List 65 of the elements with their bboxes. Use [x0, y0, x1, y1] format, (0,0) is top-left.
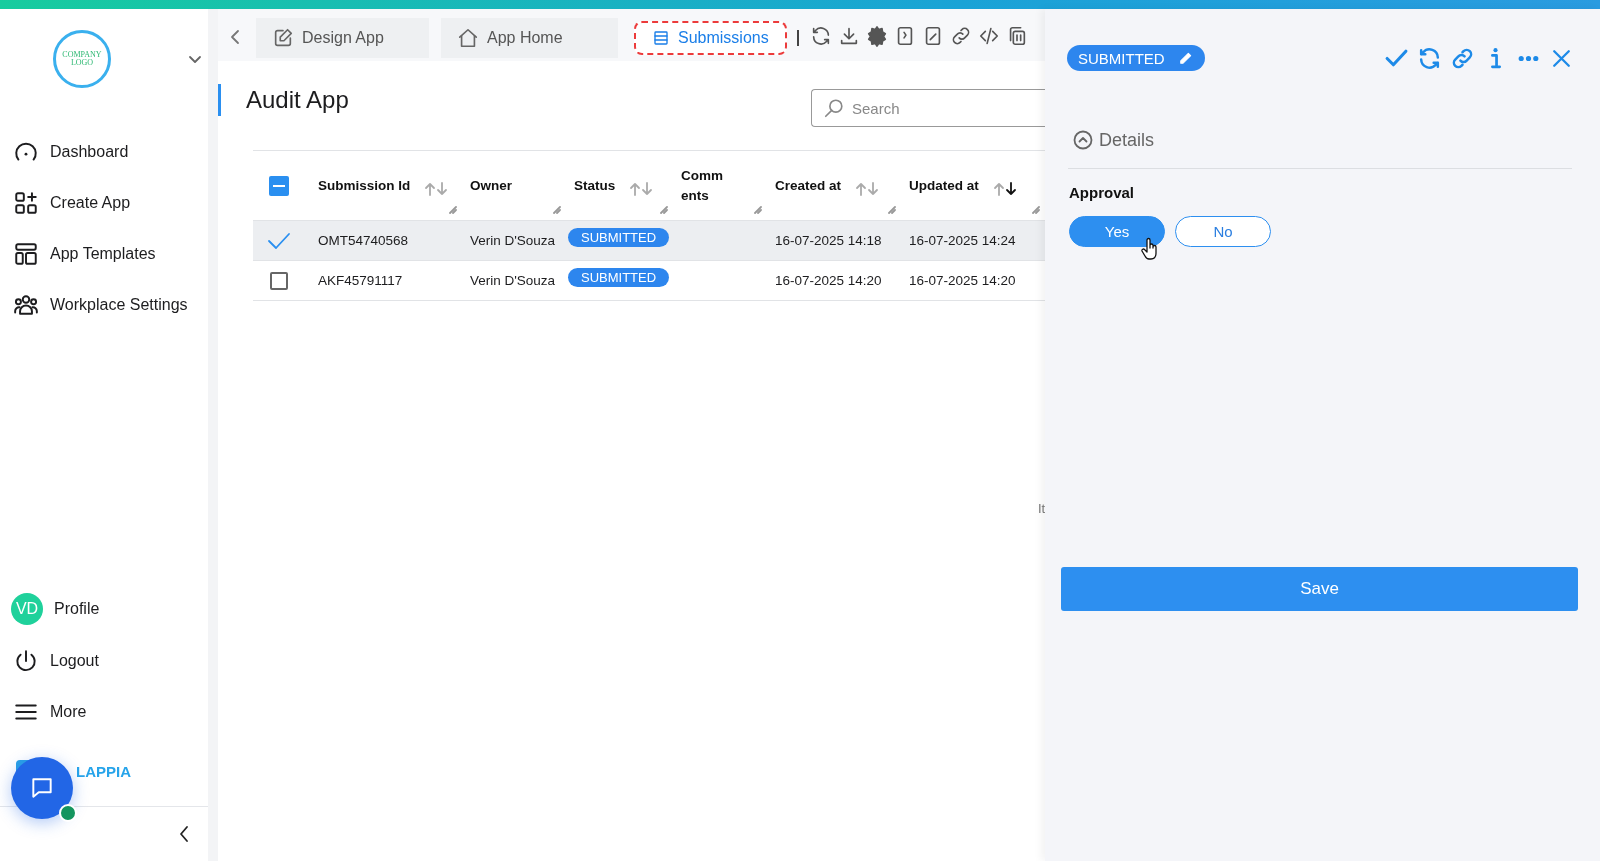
pencil-icon	[1178, 51, 1193, 65]
row-checkbox[interactable]	[269, 271, 288, 290]
tab[interactable]: Design App	[256, 18, 429, 58]
avatar: VD	[11, 592, 43, 625]
sidebar-item[interactable]: Dashboard	[0, 126, 129, 177]
grid-plus-icon	[13, 189, 39, 216]
list-icon	[652, 29, 670, 47]
table-cell-text: OMT54740568	[317, 232, 410, 250]
resize-handle-icon[interactable]	[1032, 206, 1040, 214]
resize-handle-icon[interactable]	[660, 206, 668, 214]
status-badge: SUBMITTED	[568, 228, 670, 247]
status-badge: SUBMITTED	[568, 268, 670, 287]
table-cell-text: Verin D'Souza	[469, 232, 557, 250]
sidebar-item[interactable]: More	[0, 686, 87, 737]
cut-text: It	[1038, 501, 1045, 516]
profile-item[interactable]: VD Profile	[0, 582, 100, 635]
table-cell-text: Verin D'Souza	[469, 272, 557, 290]
resize-handle-icon[interactable]	[888, 206, 896, 214]
column-header: Owner	[470, 178, 512, 193]
check-icon	[266, 230, 291, 251]
refresh-icon[interactable]	[1417, 45, 1442, 71]
sidebar-item[interactable]: Logout	[0, 635, 99, 686]
search-icon	[823, 97, 845, 119]
column-header: Updated at	[909, 178, 979, 193]
table-cell-text: AKF45791117	[317, 272, 404, 290]
sidebar-item[interactable]: Create App	[0, 177, 131, 228]
option-button[interactable]: No	[1175, 216, 1271, 247]
chevron-down-icon[interactable]	[188, 55, 202, 65]
status-badge[interactable]: SUBMITTED	[1067, 45, 1205, 71]
sort-arrows-icon[interactable]	[992, 181, 1017, 196]
home-icon	[457, 27, 479, 49]
column-header: Created at	[775, 178, 842, 193]
page-title: Audit App	[246, 86, 349, 114]
sidebar-item[interactable]: Workplace Settings	[0, 279, 188, 330]
column-header: Comments	[681, 166, 724, 205]
table-cell-text: 16-07-2025 14:24	[908, 232, 1017, 250]
chevron-circle-icon	[1073, 130, 1093, 150]
power-icon	[13, 647, 39, 674]
sidebar-item[interactable]: App Templates	[0, 228, 156, 279]
online-status-dot	[59, 804, 77, 822]
row-checkbox[interactable]	[266, 230, 291, 251]
brand-name: LAPPIA	[76, 763, 131, 780]
gear-icon[interactable]	[865, 25, 888, 47]
back-chevron-icon[interactable]	[230, 29, 240, 45]
resize-handle-icon[interactable]	[754, 206, 762, 214]
hand-cursor-icon	[1141, 237, 1159, 261]
select-all-checkbox[interactable]	[268, 175, 289, 196]
layout-icon	[13, 240, 39, 267]
search-field[interactable]: Search	[811, 89, 1045, 127]
column-header: Submission Id	[318, 178, 411, 193]
edit-icon	[272, 27, 294, 49]
table-cell-text: 16-07-2025 14:20	[908, 272, 1017, 290]
table-cell-text: 16-07-2025 14:18	[774, 232, 883, 250]
code-icon[interactable]	[977, 25, 1000, 47]
resize-handle-icon[interactable]	[553, 206, 561, 214]
table-cell-text: 16-07-2025 14:20	[774, 272, 883, 290]
company-logo: COMPANY LOGO	[53, 30, 111, 88]
section-header[interactable]: Details	[1073, 127, 1155, 153]
tab[interactable]: App Home	[441, 18, 618, 58]
resize-handle-icon[interactable]	[449, 206, 457, 214]
chat-icon	[29, 775, 55, 801]
column-header: Status	[574, 178, 616, 193]
tab[interactable]: Submissions	[634, 21, 787, 55]
field-label: Approval	[1069, 184, 1135, 201]
collapse-chevron-icon[interactable]	[178, 825, 190, 843]
